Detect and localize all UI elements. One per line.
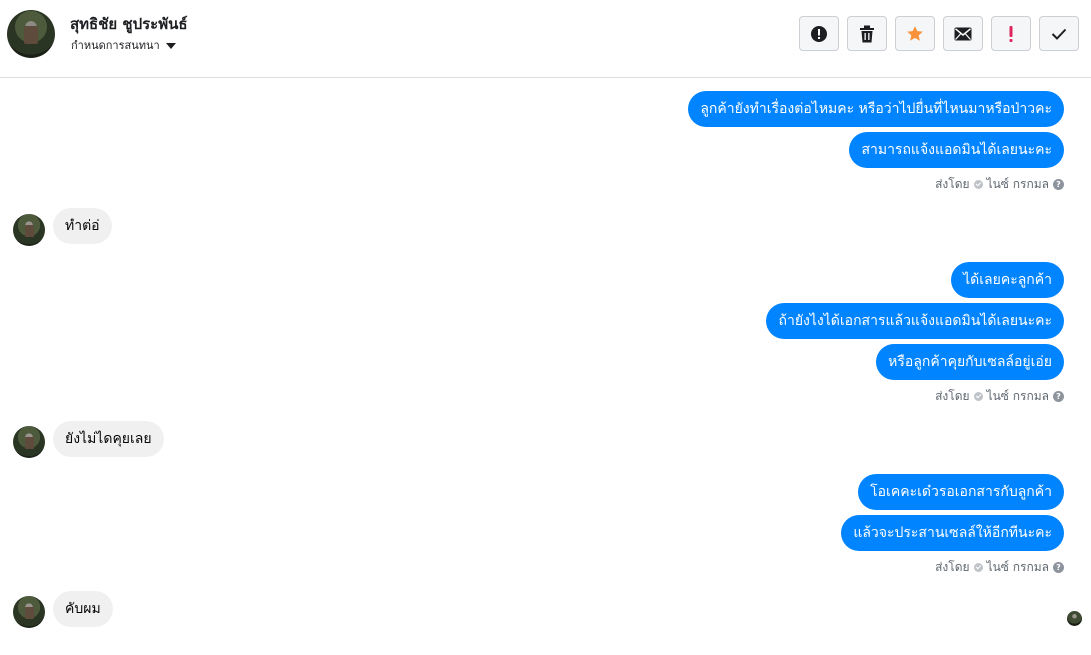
verified-check-icon (973, 392, 983, 401)
outgoing-message[interactable]: หรือลูกค้าคุยกับเซลล์อยู่เอ่ย (876, 344, 1064, 380)
help-icon[interactable]: ? (1053, 391, 1064, 402)
contact-avatar-small (13, 426, 45, 458)
message-thread[interactable]: ลูกค้ายังทำเรื่องต่อไหมคะ หรือว่าไปยื่นท… (0, 79, 1091, 655)
sender-name: ไนซ์ กรกมล (986, 560, 1049, 574)
checkmark-icon (1051, 28, 1067, 40)
header-actions (799, 16, 1079, 51)
trash-icon (860, 25, 874, 42)
outgoing-message[interactable]: ได้เลยคะลูกค้า (951, 262, 1064, 298)
outgoing-message[interactable]: สามารถแจ้งแอดมินได้เลยนะคะ (849, 132, 1064, 168)
conversation-settings-dropdown[interactable]: กำหนดการสนทนา (71, 36, 176, 54)
help-icon[interactable]: ? (1053, 562, 1064, 573)
seen-indicator-avatar (1067, 611, 1082, 626)
delete-button[interactable] (847, 16, 887, 51)
exclamation-icon (1009, 25, 1013, 42)
incoming-message[interactable]: คับผม (53, 591, 113, 627)
incoming-message[interactable]: ยังไม่ไดคุยเลย (53, 421, 164, 457)
sent-by-prefix: ส่งโดย (935, 389, 970, 403)
sent-by-prefix: ส่งโดย (935, 177, 970, 191)
contact-avatar[interactable] (7, 10, 55, 58)
contact-name[interactable]: สุทธิชัย ชูประพันธ์ (70, 12, 188, 36)
help-icon[interactable]: ? (1053, 179, 1064, 190)
contact-avatar-small (13, 214, 45, 246)
sent-by-label: ส่งโดย ไนซ์ กรกมล ? (935, 387, 1064, 406)
caret-down-icon (165, 42, 176, 49)
report-button[interactable] (799, 16, 839, 51)
sent-by-label: ส่งโดย ไนซ์ กรกมล ? (935, 175, 1064, 194)
outgoing-message[interactable]: ถ้ายังไงได้เอกสารแล้วแจ้งแอดมินได้เลยนะค… (766, 303, 1064, 339)
outgoing-message[interactable]: แล้วจะประสานเซลล์ให้อีกทีนะคะ (841, 515, 1064, 551)
conversation-header: สุทธิชัย ชูประพันธ์ กำหนดการสนทนา (0, 0, 1091, 78)
mark-done-button[interactable] (1039, 16, 1079, 51)
contact-avatar-small (13, 596, 45, 628)
verified-check-icon (973, 563, 983, 572)
star-button[interactable] (895, 16, 935, 51)
envelope-icon (954, 27, 972, 40)
outgoing-message[interactable]: ลูกค้ายังทำเรื่องต่อไหมคะ หรือว่าไปยื่นท… (688, 91, 1064, 127)
incoming-message[interactable]: ทำต่อ่ (53, 208, 112, 244)
sender-name: ไนซ์ กรกมล (986, 389, 1049, 403)
sent-by-prefix: ส่งโดย (935, 560, 970, 574)
sender-name: ไนซ์ กรกมล (986, 177, 1049, 191)
mark-spam-button[interactable] (991, 16, 1031, 51)
alert-circle-icon (811, 25, 827, 42)
sent-by-label: ส่งโดย ไนซ์ กรกมล ? (935, 558, 1064, 577)
outgoing-message[interactable]: โอเคคะเด๋วรอเอกสารกับลูกค้า (858, 474, 1064, 510)
conversation-settings-label: กำหนดการสนทนา (71, 39, 160, 52)
star-icon (907, 25, 923, 41)
verified-check-icon (973, 180, 983, 189)
mark-unread-button[interactable] (943, 16, 983, 51)
